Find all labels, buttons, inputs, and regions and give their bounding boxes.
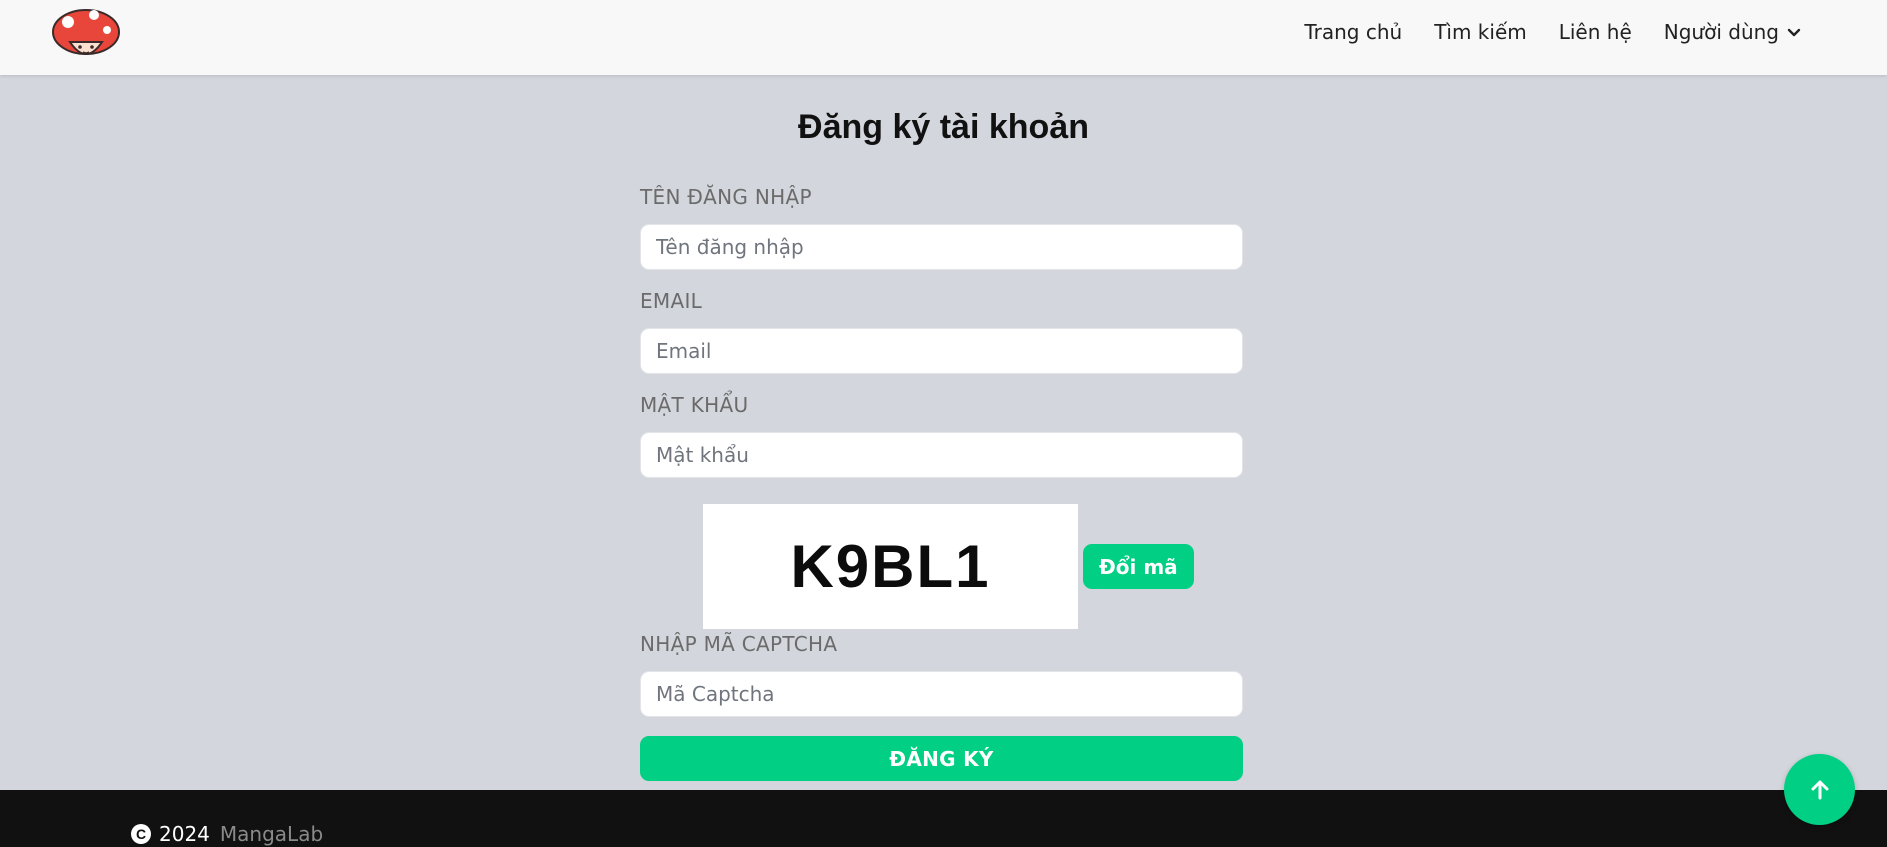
footer-brand[interactable]: MangaLab [220, 822, 323, 846]
password-field-group: MẬT KHẨU [640, 390, 1243, 478]
arrow-up-icon [1811, 780, 1828, 799]
chevron-down-icon [1787, 28, 1801, 37]
page-title: Đăng ký tài khoản [798, 108, 1089, 146]
nav-home-link[interactable]: Trang chủ [1304, 20, 1402, 44]
username-input[interactable] [640, 224, 1243, 270]
copyright-icon: C [131, 824, 151, 844]
register-button[interactable]: ĐĂNG KÝ [640, 736, 1243, 781]
email-input[interactable] [640, 328, 1243, 374]
mushroom-logo-icon[interactable] [50, 4, 122, 64]
copyright-year: 2024 [159, 822, 210, 846]
nav-contact-link[interactable]: Liên hệ [1559, 20, 1632, 44]
username-field-group: TÊN ĐĂNG NHẬP [640, 182, 1243, 270]
password-input[interactable] [640, 432, 1243, 478]
main-nav: Trang chủ Tìm kiếm Liên hệ Người dùng [1304, 0, 1801, 64]
top-navbar: Trang chủ Tìm kiếm Liên hệ Người dùng [0, 0, 1887, 75]
password-label: MẬT KHẨU [640, 393, 749, 417]
scroll-to-top-button[interactable] [1784, 754, 1855, 825]
nav-user-menu[interactable]: Người dùng [1664, 20, 1801, 44]
captcha-image: K9BL1 [703, 504, 1078, 629]
email-field-group: EMAIL [640, 286, 1243, 374]
captcha-input[interactable] [640, 671, 1243, 717]
username-label: TÊN ĐĂNG NHẬP [640, 185, 812, 209]
nav-user-label: Người dùng [1663, 20, 1779, 44]
nav-search-link[interactable]: Tìm kiếm [1434, 20, 1527, 44]
captcha-label: NHẬP MÃ CAPTCHA [640, 632, 838, 656]
refresh-captcha-button[interactable]: Đổi mã [1083, 544, 1194, 589]
email-label: EMAIL [640, 289, 703, 313]
copyright: C 2024 MangaLab [131, 822, 323, 846]
register-form: TÊN ĐĂNG NHẬP EMAIL MẬT KHẨU [640, 182, 1243, 478]
captcha-field-group: NHẬP MÃ CAPTCHA [640, 629, 1243, 717]
captcha-row: K9BL1 Đổi mã [703, 504, 1194, 629]
